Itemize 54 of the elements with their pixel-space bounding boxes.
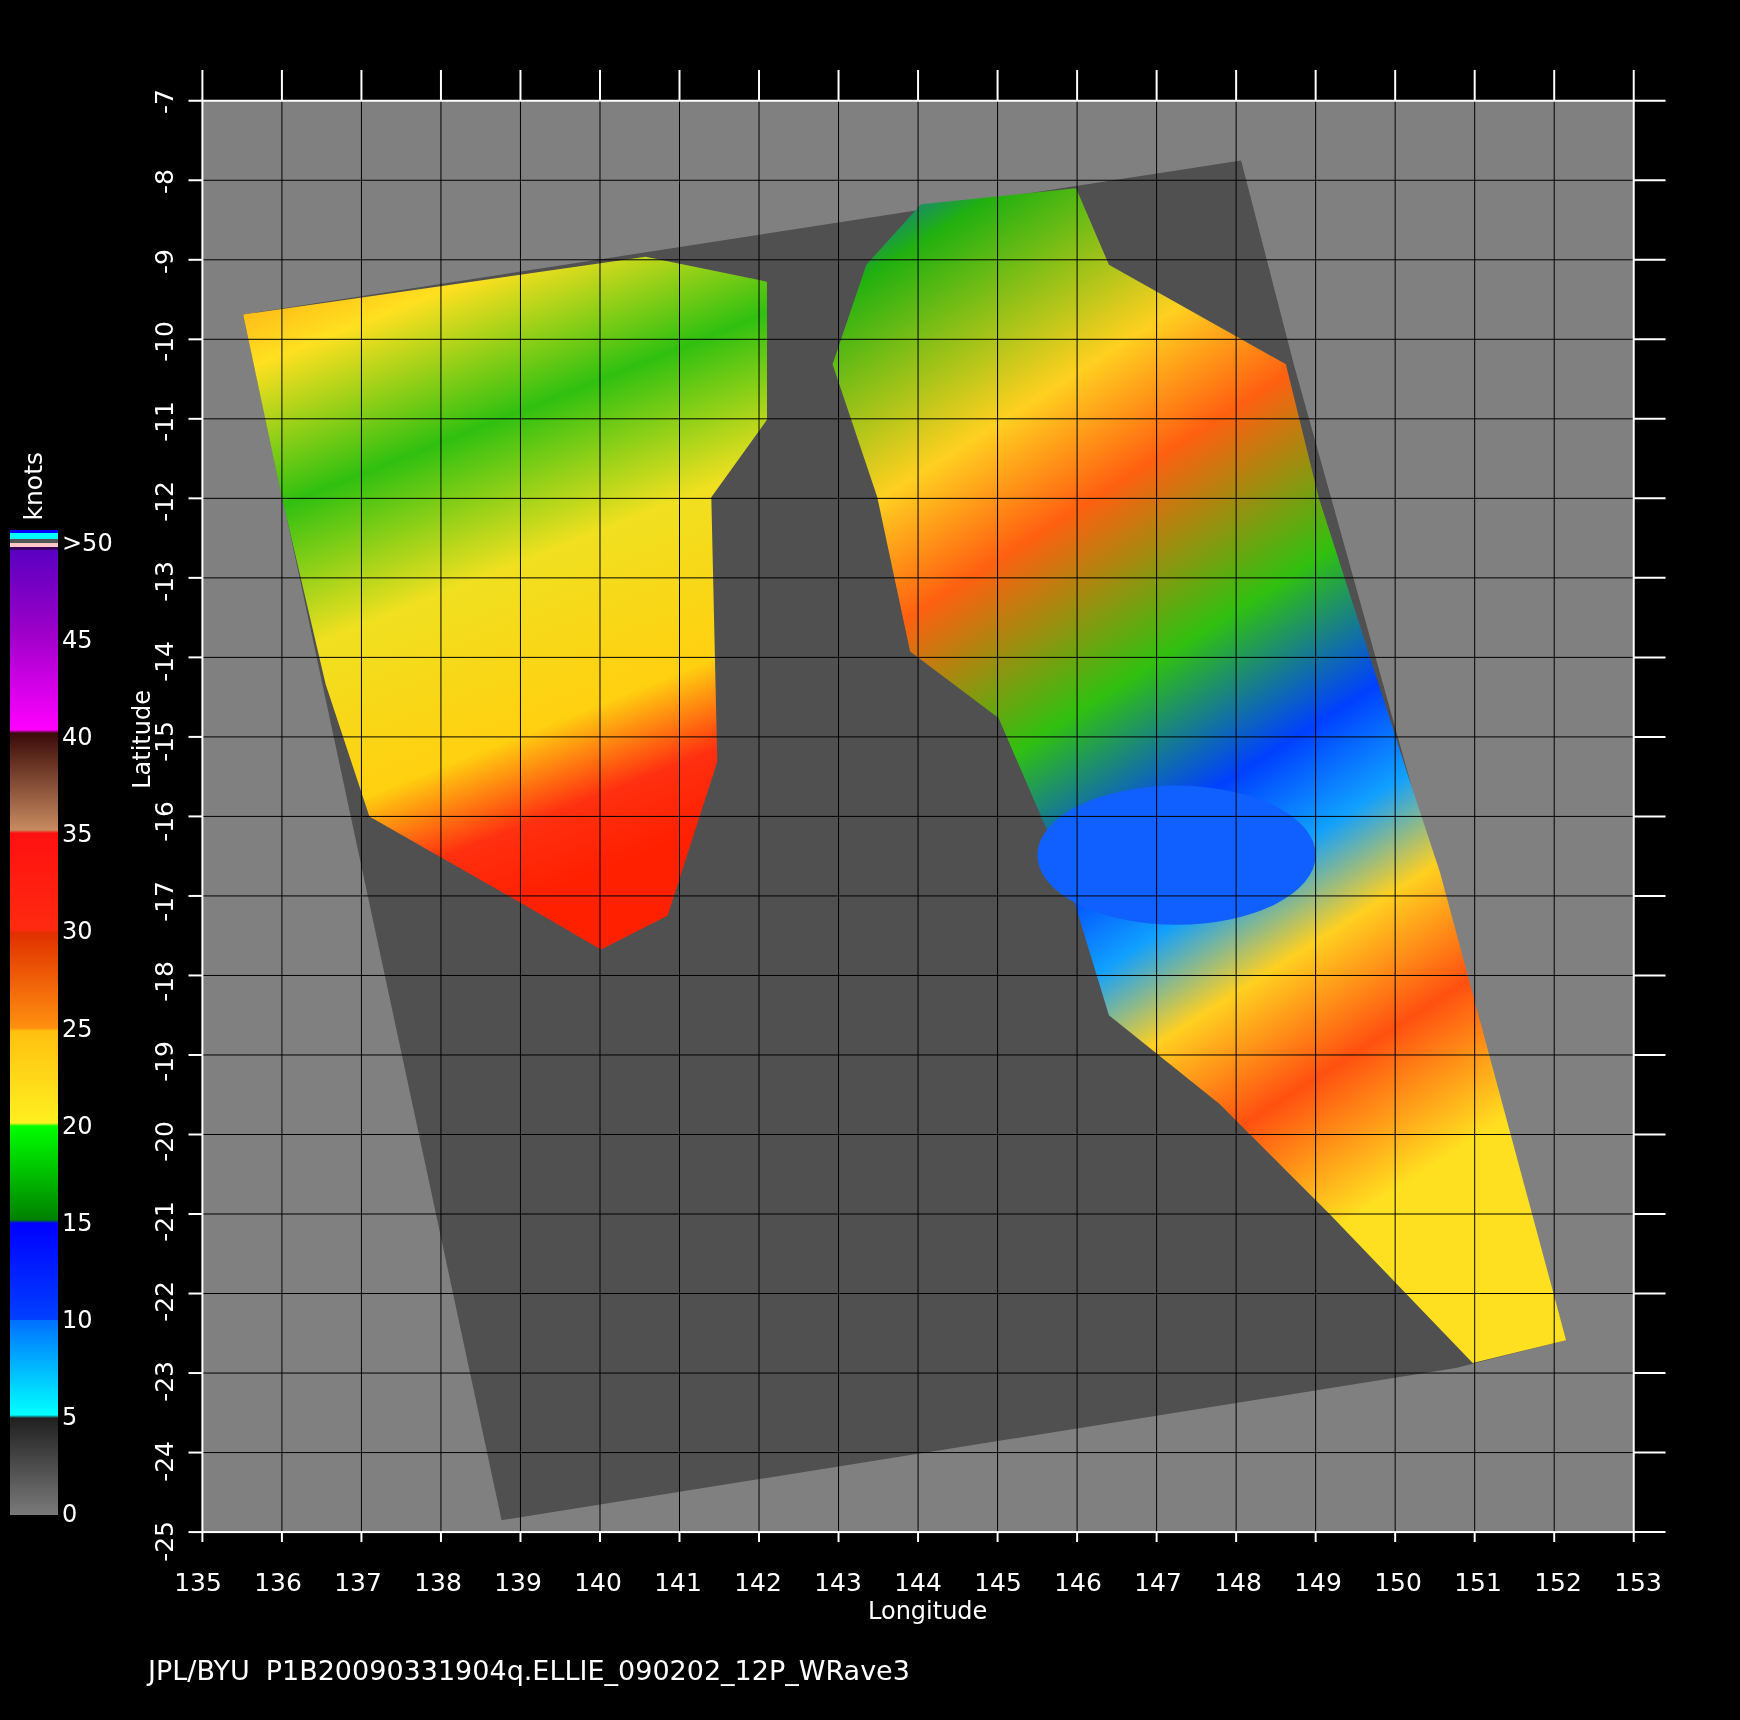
colorbar-label: 35 (62, 820, 93, 849)
colorbar-label: 20 (62, 1111, 93, 1140)
x-tick-label: 153 (1614, 1568, 1662, 1597)
x-tick-label: 141 (654, 1568, 702, 1597)
x-tick-label: 145 (974, 1568, 1022, 1597)
x-tick-label: 146 (1054, 1568, 1102, 1597)
y-tick-label: -20 (152, 1120, 178, 1162)
y-axis-title: Latitude (130, 690, 154, 789)
y-tick-label: -8 (152, 168, 178, 194)
y-tick-label: -10 (152, 320, 178, 362)
y-tick-label: -17 (152, 880, 178, 922)
colorbar-title: knots (20, 451, 48, 520)
colorbar-label: 25 (62, 1014, 93, 1043)
colorbar-label: 30 (62, 917, 93, 946)
y-tick-label: -22 (152, 1280, 178, 1322)
x-tick-label: 139 (494, 1568, 542, 1597)
x-tick-label: 151 (1454, 1568, 1502, 1597)
x-axis-title: Longitude (868, 1597, 988, 1625)
y-tick-label: -18 (152, 960, 178, 1002)
x-tick-label: 140 (574, 1568, 622, 1597)
x-tick-label: 143 (814, 1568, 862, 1597)
x-tick-label: 138 (414, 1568, 462, 1597)
y-tick-label: -15 (152, 720, 178, 762)
x-tick-label: 144 (894, 1568, 942, 1597)
colorbar-label: 0 (62, 1500, 78, 1529)
y-tick-label: -23 (152, 1360, 178, 1402)
x-tick-label: 137 (334, 1568, 382, 1597)
x-tick-label: 148 (1214, 1568, 1262, 1597)
file-name: P1B20090331904q.ELLIE_090202_12P_WRave3 (265, 1655, 910, 1686)
colorbar-label: 5 (62, 1403, 78, 1432)
y-tick-label: -13 (152, 560, 178, 602)
y-tick-label: -16 (152, 800, 178, 842)
y-tick-label: -7 (152, 88, 178, 114)
colorbar-label: 40 (62, 722, 93, 751)
colorbar-label: >50 (62, 528, 113, 557)
y-tick-label: -24 (152, 1440, 178, 1482)
x-tick-label: 135 (174, 1568, 222, 1597)
colorbar-label: 10 (62, 1306, 93, 1335)
y-tick-label: -12 (152, 480, 178, 522)
y-tick-label: -11 (152, 400, 178, 442)
x-tick-label: 152 (1534, 1568, 1582, 1597)
x-tick-label: 147 (1134, 1568, 1182, 1597)
y-tick-label: -21 (152, 1200, 178, 1242)
colorbar-label: 45 (62, 625, 93, 654)
x-tick-label: 150 (1374, 1568, 1422, 1597)
y-tick-label: -9 (152, 248, 178, 274)
y-tick-label: -19 (152, 1040, 178, 1082)
x-tick-label: 149 (1294, 1568, 1342, 1597)
x-tick-label: 142 (734, 1568, 782, 1597)
colorbar-label: 15 (62, 1208, 93, 1237)
y-tick-label: -25 (152, 1520, 178, 1562)
source-label: JPL/BYU (148, 1655, 250, 1686)
x-tick-label: 136 (254, 1568, 302, 1597)
y-tick-label: -14 (152, 640, 178, 682)
